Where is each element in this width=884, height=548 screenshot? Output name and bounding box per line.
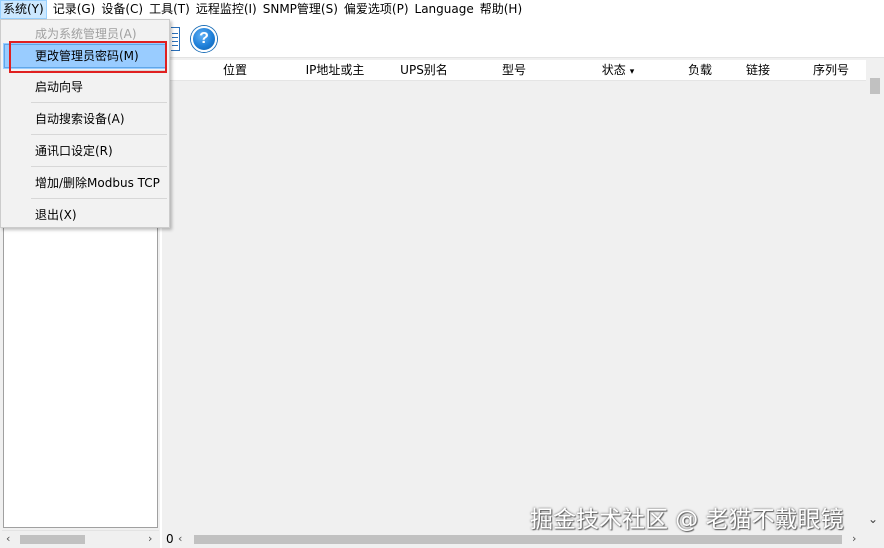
scroll-thumb[interactable] bbox=[194, 535, 842, 544]
column-status[interactable]: 状态 ▾ bbox=[590, 60, 646, 80]
scroll-left-arrow-icon[interactable]: ‹ bbox=[178, 532, 182, 546]
sort-down-icon: ▾ bbox=[629, 67, 635, 77]
table-header: 位置 IP地址或主 UPS别名 型号 状态 ▾ 负载 链接 序列号 bbox=[162, 60, 866, 81]
column-location[interactable]: 位置 bbox=[210, 60, 260, 80]
device-list-panel: 位置 IP地址或主 UPS别名 型号 状态 ▾ 负载 链接 序列号 0 ‹ › bbox=[162, 58, 884, 548]
menu-preferences[interactable]: 偏爱选项(P) bbox=[341, 0, 412, 19]
menu-bar: 系统(Y) 记录(G) 设备(C) 工具(T) 远程监控(I) SNMP管理(S… bbox=[0, 0, 884, 19]
column-ups-alias[interactable]: UPS别名 bbox=[394, 60, 454, 80]
menu-devices[interactable]: 设备(C) bbox=[98, 0, 146, 19]
menu-item-exit[interactable]: 退出(X) bbox=[3, 202, 167, 228]
menu-snmp[interactable]: SNMP管理(S) bbox=[260, 0, 341, 19]
menu-help[interactable]: 帮助(H) bbox=[477, 0, 525, 19]
scroll-thumb[interactable] bbox=[870, 78, 880, 94]
menu-records[interactable]: 记录(G) bbox=[50, 0, 99, 19]
menu-item-add-remove-modbus-tcp[interactable]: 增加/删除Modbus TCP bbox=[3, 170, 167, 196]
column-load[interactable]: 负载 bbox=[682, 60, 718, 80]
menu-separator bbox=[31, 166, 167, 167]
annotation-highlight-box bbox=[9, 41, 167, 73]
watermark-text: 掘金技术社区 @ 老猫不戴眼镜 bbox=[530, 507, 844, 533]
scroll-thumb[interactable] bbox=[20, 535, 85, 544]
column-model[interactable]: 型号 bbox=[494, 60, 534, 80]
column-ip-address[interactable]: IP地址或主 bbox=[302, 60, 368, 80]
column-status-label: 状态 bbox=[601, 63, 626, 77]
scroll-left-arrow-icon[interactable]: ‹ bbox=[6, 532, 10, 546]
scroll-right-arrow-icon[interactable]: › bbox=[852, 532, 856, 546]
help-icon[interactable]: ? bbox=[191, 26, 217, 52]
menu-item-startup-wizard[interactable]: 启动向导 bbox=[3, 74, 167, 100]
menu-separator bbox=[31, 134, 167, 135]
list-view-icon[interactable] bbox=[171, 27, 180, 51]
list-vertical-scrollbar[interactable] bbox=[866, 60, 884, 530]
menu-system[interactable]: 系统(Y) bbox=[0, 0, 47, 19]
menu-separator bbox=[31, 102, 167, 103]
menu-item-auto-search-devices[interactable]: 自动搜索设备(A) bbox=[3, 106, 167, 132]
scroll-right-arrow-icon[interactable]: › bbox=[148, 532, 152, 546]
column-serial[interactable]: 序列号 bbox=[808, 60, 854, 80]
menu-remote-monitor[interactable]: 远程监控(I) bbox=[193, 0, 260, 19]
menu-separator bbox=[31, 198, 167, 199]
chevron-down-icon: ⌄ bbox=[868, 512, 879, 526]
menu-item-comm-port-settings[interactable]: 通讯口设定(R) bbox=[3, 138, 167, 164]
column-link[interactable]: 链接 bbox=[740, 60, 776, 80]
tree-horizontal-scrollbar[interactable]: ‹ › bbox=[2, 530, 159, 547]
menu-language[interactable]: Language bbox=[412, 0, 477, 19]
menu-tools[interactable]: 工具(T) bbox=[146, 0, 193, 19]
scroll-position-value: 0 bbox=[166, 532, 174, 546]
